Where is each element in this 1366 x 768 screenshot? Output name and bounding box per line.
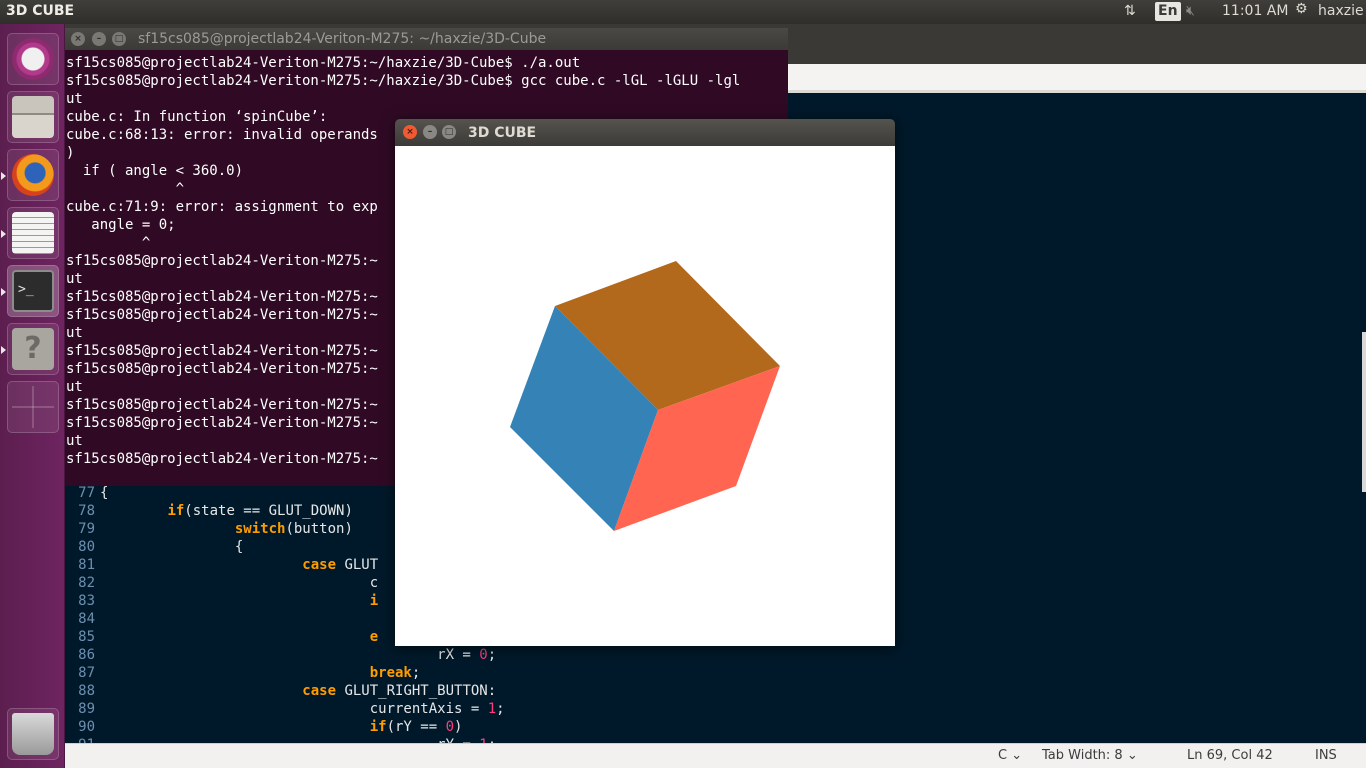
insert-mode: INS — [1315, 748, 1337, 763]
terminal-line: ^ — [66, 235, 151, 251]
line-number: 82 — [78, 575, 95, 591]
clock[interactable]: 11:01 AM — [1222, 3, 1288, 19]
line-number: 80 — [78, 539, 95, 555]
line-number: 87 — [78, 665, 95, 681]
terminal-line: sf15cs085@projectlab24-Veriton-M275:~ — [66, 289, 378, 305]
line-number: 84 — [78, 611, 95, 627]
code-text: case GLUT_RIGHT_BUTTON: — [302, 683, 497, 699]
terminal-line: ut — [66, 379, 83, 395]
cube-titlebar[interactable]: × – □ 3D CUBE — [395, 119, 895, 146]
code-text: if(rY == 0) — [369, 719, 463, 735]
terminal-line: ) — [66, 145, 75, 161]
user-name[interactable]: haxzie — [1318, 3, 1364, 19]
active-app-title: 3D CUBE — [6, 3, 75, 19]
cursor-position: Ln 69, Col 42 — [1187, 748, 1273, 763]
top-panel: 3D CUBE ⇅ En 🔇︎ 11:01 AM ⚙ haxzie — [0, 0, 1366, 24]
keyboard-layout-indicator[interactable]: En — [1155, 2, 1181, 21]
terminal-icon: >_ — [12, 270, 54, 312]
launcher-item-workspaces[interactable] — [7, 381, 59, 433]
launcher-item-trash[interactable] — [7, 708, 59, 760]
line-number: 89 — [78, 701, 95, 717]
cube-drawing — [510, 261, 780, 531]
terminal-maximize-button[interactable]: □ — [112, 32, 126, 46]
line-number: 83 — [78, 593, 95, 609]
line-number: 77 — [78, 485, 95, 501]
line-number: 90 — [78, 719, 95, 735]
terminal-minimize-button[interactable]: – — [92, 32, 106, 46]
terminal-line: sf15cs085@projectlab24-Veriton-M275:~ — [66, 343, 378, 359]
terminal-line: cube.c:71:9: error: assignment to exp — [66, 199, 378, 215]
code-text: currentAxis = 1; — [100, 701, 505, 717]
line-number: 81 — [78, 557, 95, 573]
terminal-line: sf15cs085@projectlab24-Veriton-M275:~/ha… — [66, 73, 741, 89]
terminal-line: cube.c: In function ‘spinCube’: — [66, 109, 328, 125]
cube-window-title: 3D CUBE — [468, 125, 537, 141]
terminal-close-button[interactable]: × — [71, 32, 85, 46]
terminal-title: sf15cs085@projectlab24-Veriton-M275: ~/h… — [138, 31, 547, 47]
launcher-item-text-editor[interactable] — [1, 207, 59, 259]
code-text: switch(button) — [234, 521, 353, 537]
line-number: 88 — [78, 683, 95, 699]
editor-statusbar: C ⌄ Tab Width: 8 ⌄ Ln 69, Col 42 INS — [65, 743, 1366, 768]
line-number: 85 — [78, 629, 95, 645]
terminal-line: sf15cs085@projectlab24-Veriton-M275:~ — [66, 451, 378, 467]
cube-maximize-button[interactable]: □ — [442, 125, 456, 139]
line-number: 79 — [78, 521, 95, 537]
ubuntu-logo-icon — [12, 38, 54, 80]
terminal-line: ^ — [66, 181, 185, 197]
launcher-item-help[interactable]: ? — [1, 323, 59, 375]
terminal-titlebar[interactable]: × – □ sf15cs085@projectlab24-Veriton-M27… — [65, 28, 788, 50]
terminal-line: cube.c:68:13: error: invalid operands — [66, 127, 378, 143]
files-icon — [12, 96, 54, 138]
cube-minimize-button[interactable]: – — [423, 125, 437, 139]
terminal-line: ut — [66, 271, 83, 287]
terminal-line: angle = 0; — [66, 217, 176, 233]
cube-window[interactable]: × – □ 3D CUBE — [395, 119, 895, 646]
terminal-line: sf15cs085@projectlab24-Veriton-M275:~ — [66, 415, 378, 431]
terminal-line: if ( angle < 360.0) — [66, 163, 244, 179]
cube-canvas[interactable] — [395, 146, 895, 646]
code-text: c — [100, 575, 379, 591]
terminal-line: sf15cs085@projectlab24-Veriton-M275:~/ha… — [66, 55, 581, 71]
code-text: i — [369, 593, 379, 609]
launcher-item-firefox[interactable] — [1, 149, 59, 201]
cube-close-button[interactable]: × — [403, 125, 417, 139]
code-text: break; — [369, 665, 421, 681]
workspace-switcher-icon — [12, 386, 54, 428]
volume-muted-icon[interactable]: 🔇︎ — [1186, 3, 1195, 19]
terminal-line: sf15cs085@projectlab24-Veriton-M275:~ — [66, 307, 378, 323]
tab-width-selector[interactable]: Tab Width: 8 ⌄ — [1042, 748, 1138, 763]
terminal-line: ut — [66, 433, 83, 449]
line-number: 86 — [78, 647, 95, 663]
editor-scrollbar[interactable] — [1362, 332, 1366, 492]
firefox-icon — [12, 154, 54, 196]
launcher-item-dash[interactable] — [7, 33, 59, 85]
code-text: e — [369, 629, 379, 645]
terminal-line: sf15cs085@projectlab24-Veriton-M275:~ — [66, 361, 378, 377]
terminal-line: sf15cs085@projectlab24-Veriton-M275:~ — [66, 397, 378, 413]
code-text: if(state == GLUT_DOWN) — [167, 503, 353, 519]
launcher-item-terminal[interactable]: >_ — [1, 265, 59, 317]
help-icon: ? — [12, 328, 54, 370]
launcher: >_ ? — [0, 24, 65, 768]
code-text: rX = 0; — [100, 647, 497, 663]
terminal-line: ut — [66, 91, 83, 107]
tab-width-label: Tab Width: 8 — [1042, 748, 1123, 763]
network-transfer-icon[interactable]: ⇅ — [1124, 3, 1136, 19]
text-editor-icon — [12, 212, 54, 254]
code-text: case GLUT — [302, 557, 379, 573]
language-label: C — [998, 748, 1008, 763]
trash-icon — [12, 713, 54, 755]
terminal-line: ut — [66, 325, 83, 341]
language-selector[interactable]: C ⌄ — [998, 748, 1022, 763]
gear-icon[interactable]: ⚙ — [1295, 1, 1308, 17]
line-number: 78 — [78, 503, 95, 519]
code-text: { — [100, 485, 109, 501]
terminal-line: sf15cs085@projectlab24-Veriton-M275:~ — [66, 253, 378, 269]
launcher-item-files[interactable] — [7, 91, 59, 143]
code-text: { — [100, 539, 244, 555]
